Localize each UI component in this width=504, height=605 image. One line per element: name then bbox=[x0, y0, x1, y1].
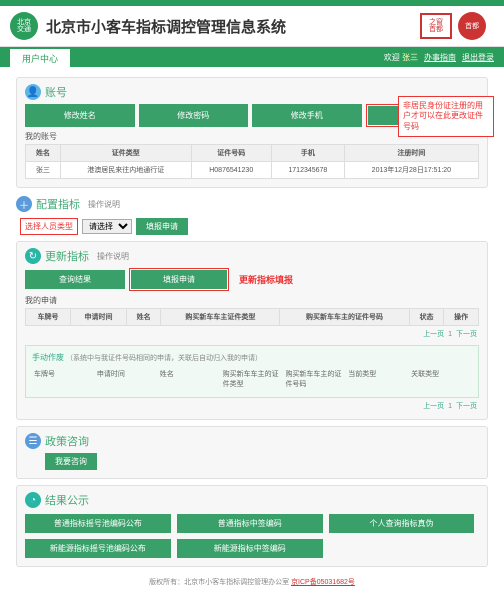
apply-table: 车牌号申请时间姓名购买新车车主证件类型购买新车车主的证件号码状态操作 bbox=[25, 308, 479, 326]
page-title: 北京市小客车指标调控管理信息系统 bbox=[46, 16, 420, 37]
btn-query-result[interactable]: 查询结果 bbox=[25, 270, 125, 289]
chart-icon: ◔ bbox=[25, 492, 41, 508]
link-logout[interactable]: 退出登录 bbox=[462, 52, 494, 63]
nav-bar: 用户中心 欢迎 张三 办事指南 退出登录 bbox=[0, 47, 504, 67]
btn-result-5[interactable]: 新能源指标中签编码 bbox=[177, 539, 323, 558]
btn-result-3[interactable]: 个人查询指标真伪 bbox=[329, 514, 475, 533]
refresh-icon: ↻ bbox=[25, 248, 41, 264]
person-type-select[interactable]: 请选择 bbox=[82, 219, 132, 234]
footer: 版权所有：北京市小客车指标调控管理办公室 京ICP备05031682号 bbox=[16, 577, 488, 595]
btn-change-phone[interactable]: 修改手机 bbox=[252, 104, 362, 127]
section-result: ◔ 结果公示 普通指标摇号池编码公布 普通指标中签编码 个人查询指标真伪 新能源… bbox=[16, 485, 488, 567]
btn-change-name[interactable]: 修改姓名 bbox=[25, 104, 135, 127]
btn-fill-apply-2[interactable]: 填报申请 bbox=[131, 270, 227, 289]
header: 北京 交通 北京市小客车指标调控管理信息系统 之窗 首都 首都 bbox=[0, 6, 504, 47]
my-apply-label: 我的申请 bbox=[25, 295, 479, 306]
capital-icon: 首都 bbox=[458, 12, 486, 40]
account-title: 账号 bbox=[45, 84, 67, 100]
welcome-text: 欢迎 张三 bbox=[384, 52, 418, 63]
seal-badge: 之窗 首都 bbox=[420, 13, 452, 39]
person-type-label: 选择人员类型 bbox=[20, 218, 78, 235]
tab-user-center[interactable]: 用户中心 bbox=[10, 49, 70, 68]
btn-result-4[interactable]: 新能源指标摇号池编码公布 bbox=[25, 539, 171, 558]
btn-ask[interactable]: 我要咨询 bbox=[45, 453, 97, 470]
update-annotation: 更新指标填报 bbox=[239, 273, 293, 286]
result-title: 结果公示 bbox=[45, 492, 89, 508]
btn-result-2[interactable]: 普通指标中签编码 bbox=[177, 514, 323, 533]
config-title: 配置指标 bbox=[36, 196, 80, 212]
logo-icon: 北京 交通 bbox=[10, 12, 38, 40]
update-title: 更新指标 bbox=[45, 248, 89, 264]
update-sub: 操作说明 bbox=[97, 251, 129, 262]
btn-fill-apply[interactable]: 填报申请 bbox=[136, 218, 188, 235]
section-policy: ☰ 政策咨询 我要咨询 bbox=[16, 426, 488, 479]
section-update: ↻ 更新指标 操作说明 查询结果 填报申请 更新指标填报 我的申请 车牌号申请时… bbox=[16, 241, 488, 420]
manual-cancel-box: 手动作废 （系统中与我证件号码相同的申请，关联后自动归入我的申请） 车牌号申请时… bbox=[25, 345, 479, 398]
account-table: 姓名证件类型证件号码手机注册时间 张三港澳居民来往内地通行证H087654123… bbox=[25, 144, 479, 179]
btn-result-1[interactable]: 普通指标摇号池编码公布 bbox=[25, 514, 171, 533]
doc-icon: ☰ bbox=[25, 433, 41, 449]
pager-2: 上一页 1 下一页 bbox=[25, 401, 479, 411]
footer-link[interactable]: 京ICP备05031682号 bbox=[291, 579, 355, 586]
policy-title: 政策咨询 bbox=[45, 433, 89, 449]
btn-change-password[interactable]: 修改密码 bbox=[139, 104, 249, 127]
user-icon: 👤 bbox=[25, 84, 41, 100]
callout-annotation: 非居民身份证注册的用户才可以在此更改证件号码 bbox=[398, 96, 494, 137]
config-sub: 操作说明 bbox=[88, 199, 120, 210]
pager-1: 上一页 1 下一页 bbox=[25, 329, 479, 339]
link-guide[interactable]: 办事指南 bbox=[424, 52, 456, 63]
plus-icon: ＋ bbox=[16, 196, 32, 212]
